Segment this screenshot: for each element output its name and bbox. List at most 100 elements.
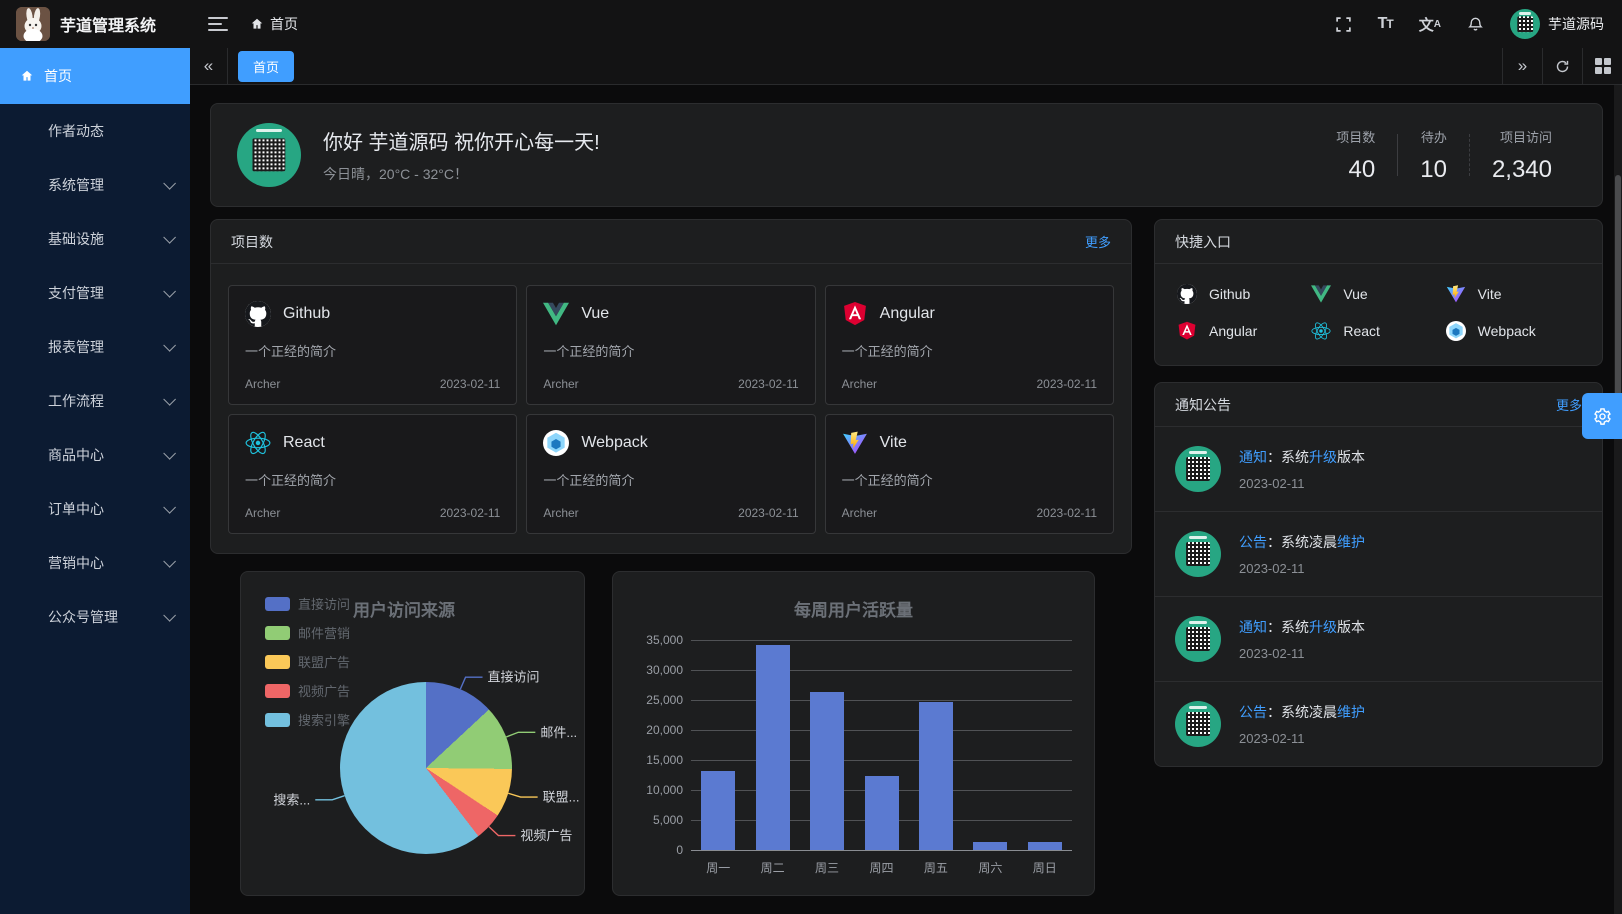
project-desc: 一个正经的简介 (245, 341, 500, 360)
bar-chart: 05,00010,00015,00020,00025,00030,00035,0… (613, 572, 1096, 897)
grid-line (691, 670, 1072, 671)
app-logo (16, 7, 50, 41)
vite-icon (842, 430, 868, 456)
shortcut-webpack[interactable]: Webpack (1446, 321, 1580, 341)
y-axis-tick: 30,000 (623, 663, 683, 677)
tabs-scroll-left-icon[interactable]: « (190, 48, 228, 84)
breadcrumb[interactable]: 首页 (250, 14, 298, 34)
qrcode-avatar (1175, 701, 1221, 747)
project-card-webpack[interactable]: Webpack 一个正经的简介 Archer 2023-02-11 (526, 414, 815, 534)
x-axis-tick: 周四 (854, 859, 908, 876)
shortcut-react[interactable]: React (1311, 321, 1445, 341)
notice-title: 公告：系统凌晨维护 (1239, 702, 1365, 722)
bell-icon[interactable] (1467, 15, 1484, 33)
sidebar-item-10[interactable]: 公众号管理 (0, 590, 190, 644)
y-axis-tick: 5,000 (623, 813, 683, 827)
profile-qr-avatar (237, 123, 301, 187)
shortcut-github[interactable]: Github (1177, 284, 1311, 304)
menu-fold-icon[interactable] (208, 17, 228, 31)
sidebar-item-label: 公众号管理 (48, 607, 163, 627)
project-date: 2023-02-11 (1037, 506, 1098, 520)
sidebar-item-8[interactable]: 订单中心 (0, 482, 190, 536)
sidebar-item-5[interactable]: 报表管理 (0, 320, 190, 374)
shortcuts-panel-title: 快捷入口 (1175, 232, 1231, 252)
weather-text: 今日晴，20°C - 32°C！ (323, 164, 600, 184)
notices-panel: 通知公告 更多 通知：系统升级版本 2023-02-11 公告：系统凌晨维护 2… (1154, 382, 1603, 767)
refresh-icon[interactable] (1542, 48, 1582, 84)
project-card-vue[interactable]: Vue 一个正经的简介 Archer 2023-02-11 (526, 285, 815, 405)
notice-title-segment: 维护 (1337, 534, 1365, 550)
webpack-icon (543, 430, 569, 456)
stat-value: 2,340 (1492, 156, 1552, 184)
notice-title-segment: 维护 (1337, 704, 1365, 720)
shortcut-label: Github (1209, 286, 1250, 302)
stat-label: 待办 (1420, 127, 1447, 146)
notice-title: 公告：系统凌晨维护 (1239, 532, 1365, 552)
project-card-angular[interactable]: Angular 一个正经的简介 Archer 2023-02-11 (825, 285, 1114, 405)
tab-home[interactable]: 首页 (238, 51, 294, 82)
notice-title-segment: 升级 (1309, 449, 1337, 465)
angular-icon (842, 301, 868, 327)
notice-date: 2023-02-11 (1239, 561, 1365, 576)
layout-grid-icon[interactable] (1582, 48, 1622, 84)
sidebar-item-2[interactable]: 系统管理 (0, 158, 190, 212)
project-name: Github (283, 305, 330, 323)
sidebar-item-6[interactable]: 工作流程 (0, 374, 190, 428)
shortcut-angular[interactable]: Angular (1177, 321, 1311, 341)
shortcut-vue[interactable]: Vue (1311, 284, 1445, 304)
sidebar-item-3[interactable]: 基础设施 (0, 212, 190, 266)
sidebar-item-1[interactable]: 作者动态 (0, 104, 190, 158)
chevron-down-icon (163, 177, 176, 190)
projects-panel: 项目数 更多 Github 一个正经的简介 Archer 2023-02-11 … (210, 219, 1132, 554)
sidebar-item-7[interactable]: 商品中心 (0, 428, 190, 482)
sidebar-item-label: 订单中心 (48, 499, 163, 519)
settings-fab[interactable] (1582, 393, 1622, 439)
project-date: 2023-02-11 (440, 506, 501, 520)
project-card-react[interactable]: React 一个正经的简介 Archer 2023-02-11 (228, 414, 517, 534)
bunny-logo-icon (16, 7, 50, 41)
sidebar-item-label: 工作流程 (48, 391, 163, 411)
bar-周六 (973, 842, 1007, 850)
home-icon (250, 17, 264, 31)
y-axis-tick: 20,000 (623, 723, 683, 737)
notices-panel-title: 通知公告 (1175, 395, 1231, 415)
language-icon[interactable]: 文A (1419, 14, 1441, 35)
notice-item-0[interactable]: 通知：系统升级版本 2023-02-11 (1155, 427, 1602, 511)
react-icon (1311, 321, 1331, 341)
shortcut-label: Vue (1343, 286, 1367, 302)
main-content: 你好 芋道源码 祝你开心每一天! 今日晴，20°C - 32°C！ 项目数 40… (190, 85, 1622, 914)
x-axis-tick: 周一 (691, 859, 745, 876)
x-axis-tick: 周三 (800, 859, 854, 876)
shortcut-vite[interactable]: Vite (1446, 284, 1580, 304)
projects-more-link[interactable]: 更多 (1085, 232, 1111, 251)
bar-周四 (865, 776, 899, 850)
user-menu[interactable]: 芋道源码 (1510, 9, 1604, 39)
project-date: 2023-02-11 (738, 377, 799, 391)
greeting-text: 你好 芋道源码 祝你开心每一天! (323, 126, 600, 155)
username: 芋道源码 (1548, 14, 1604, 34)
x-axis-tick: 周五 (909, 859, 963, 876)
top-header: 芋道管理系统 首页 TT 文A 芋道源码 (0, 0, 1622, 48)
font-size-icon[interactable]: TT (1378, 15, 1393, 33)
project-date: 2023-02-11 (738, 506, 799, 520)
chevron-down-icon (163, 501, 176, 514)
notice-item-2[interactable]: 通知：系统升级版本 2023-02-11 (1155, 596, 1602, 681)
notice-date: 2023-02-11 (1239, 731, 1365, 746)
project-desc: 一个正经的简介 (842, 470, 1097, 489)
project-card-vite[interactable]: Vite 一个正经的简介 Archer 2023-02-11 (825, 414, 1114, 534)
sidebar-item-label: 作者动态 (48, 121, 172, 141)
notices-more-link[interactable]: 更多 (1556, 395, 1582, 414)
bar-周三 (810, 692, 844, 850)
sidebar-item-9[interactable]: 营销中心 (0, 536, 190, 590)
bar-chart-card: 每周用户活跃量 05,00010,00015,00020,00025,00030… (612, 571, 1095, 896)
project-card-github[interactable]: Github 一个正经的简介 Archer 2023-02-11 (228, 285, 517, 405)
notice-item-1[interactable]: 公告：系统凌晨维护 2023-02-11 (1155, 511, 1602, 596)
grid-line (691, 760, 1072, 761)
fullscreen-icon[interactable] (1335, 16, 1352, 33)
chevron-down-icon (163, 393, 176, 406)
sidebar-item-home[interactable]: 首页 (0, 48, 190, 104)
project-date: 2023-02-11 (440, 377, 501, 391)
notice-item-3[interactable]: 公告：系统凌晨维护 2023-02-11 (1155, 681, 1602, 766)
tabs-scroll-right-icon[interactable]: » (1502, 48, 1542, 84)
sidebar-item-4[interactable]: 支付管理 (0, 266, 190, 320)
